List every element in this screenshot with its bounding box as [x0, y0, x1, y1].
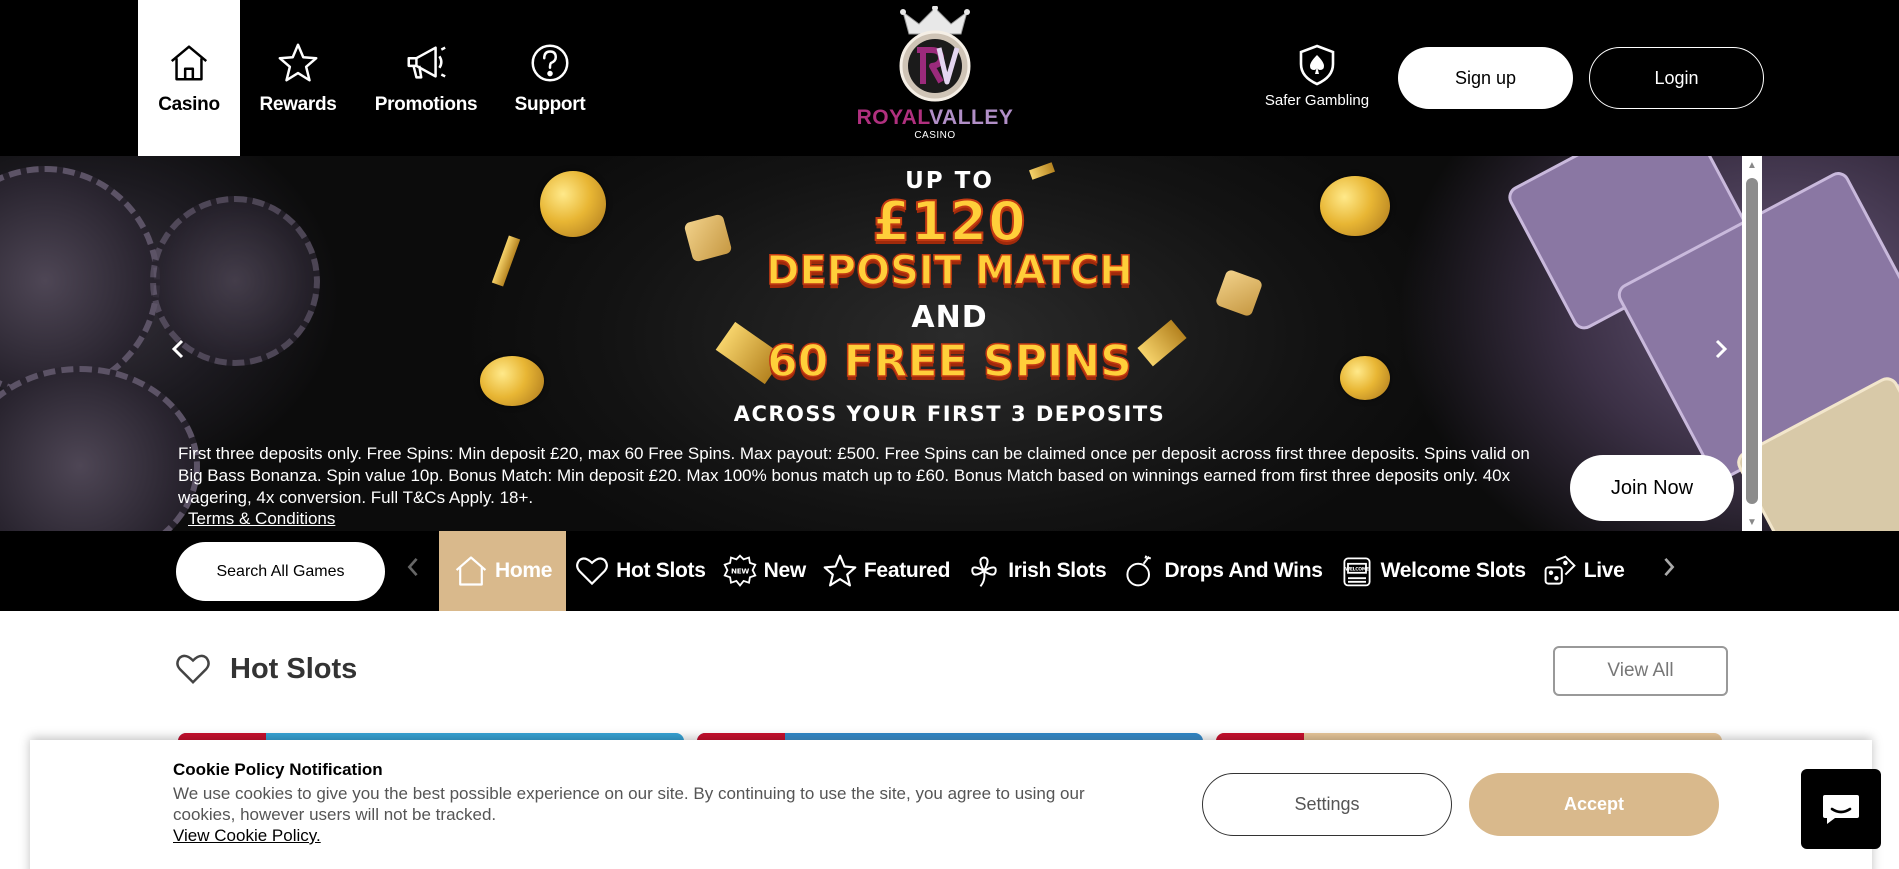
category-irish-slots-label: Irish Slots: [1008, 559, 1107, 582]
nav-promotions[interactable]: Promotions: [370, 0, 482, 156]
join-now-button[interactable]: Join Now: [1570, 455, 1734, 521]
logo-wordmark: ROYALVALLEY: [856, 106, 1014, 129]
chat-icon: [1823, 795, 1859, 824]
cookie-settings-button[interactable]: Settings: [1202, 773, 1452, 836]
chevron-left-icon: [407, 558, 418, 576]
safer-gambling-link[interactable]: Safer Gambling: [1262, 44, 1372, 109]
nav-rewards[interactable]: Rewards: [252, 0, 344, 156]
category-welcome-slots-label: Welcome Slots: [1380, 559, 1526, 582]
carousel-next-button[interactable]: [1706, 332, 1736, 366]
dice-icon: [1544, 555, 1576, 585]
home-icon: [170, 45, 208, 81]
login-button[interactable]: Login: [1589, 47, 1764, 109]
category-irish-slots[interactable]: Irish Slots: [958, 531, 1114, 611]
page: Casino Rewards Promotions Support ROYALV…: [0, 0, 1899, 869]
star-icon: [823, 554, 857, 587]
new-badge-icon: NEW: [723, 554, 757, 587]
category-home-label: Home: [495, 559, 553, 582]
home-icon: [455, 556, 487, 586]
search-all-games-button[interactable]: Search All Games: [176, 542, 385, 601]
bomb-icon: [1126, 555, 1152, 587]
cookie-policy-link[interactable]: View Cookie Policy.: [173, 826, 321, 846]
header: Casino Rewards Promotions Support ROYALV…: [0, 0, 1899, 156]
chevron-right-icon: [1715, 339, 1728, 359]
nav-support-label: Support: [514, 94, 586, 115]
crown-monogram-icon: [899, 6, 971, 102]
chevron-left-icon: [171, 339, 184, 359]
svg-text:WELCOME: WELCOME: [1345, 567, 1369, 573]
promo-and: AND: [911, 300, 988, 335]
chevron-right-icon: [1664, 558, 1675, 576]
nav-casino[interactable]: Casino: [138, 0, 240, 156]
promo-amount: £120: [871, 189, 1027, 254]
promo-terms-text: First three deposits only. Free Spins: M…: [178, 444, 1530, 507]
clover-icon: [971, 556, 997, 587]
promo-across-deposits: ACROSS YOUR FIRST 3 DEPOSITS: [733, 402, 1166, 426]
category-hot-slots-label: Hot Slots: [616, 559, 706, 582]
cookie-title: Cookie Policy Notification: [173, 760, 383, 779]
category-drops-and-wins-label: Drops And Wins: [1164, 559, 1323, 582]
scroll-down-arrow[interactable]: ▼: [1742, 513, 1762, 531]
nav-promotions-label: Promotions: [374, 94, 478, 115]
logo-subtitle: CASINO: [914, 130, 956, 141]
terms-scrollbar[interactable]: ▲ ▼: [1742, 156, 1762, 531]
cookie-message: We use cookies to give you the best poss…: [173, 784, 1085, 824]
terms-conditions-link[interactable]: Terms & Conditions: [188, 509, 335, 529]
promo-free-spins: 60 FREE SPINS: [766, 335, 1132, 388]
poker-chip-decoration: [0, 366, 200, 531]
royal-valley-logo[interactable]: ROYALVALLEY CASINO: [857, 6, 1013, 148]
category-home[interactable]: Home: [439, 531, 567, 611]
heart-icon: [176, 654, 210, 684]
nav-casino-label: Casino: [158, 94, 220, 115]
scroll-up-arrow[interactable]: ▲: [1742, 156, 1762, 174]
view-all-button[interactable]: View All: [1553, 646, 1728, 696]
heart-icon: [576, 557, 609, 586]
category-prev-button[interactable]: [404, 553, 422, 588]
category-live[interactable]: Live: [1534, 531, 1633, 611]
megaphone-icon: [407, 46, 446, 79]
hero-banner: UP TO £120 DEPOSIT MATCH AND 60 FREE SPI…: [0, 156, 1899, 531]
shield-spade-icon: [1299, 44, 1335, 86]
category-live-label: Live: [1583, 559, 1625, 582]
category-featured[interactable]: Featured: [814, 531, 958, 611]
slot-machine-icon: WELCOME: [1343, 557, 1371, 587]
category-list: Home Hot Slots NEW New Featured Irish Sl…: [439, 531, 1655, 611]
category-welcome-slots[interactable]: WELCOME Welcome Slots: [1331, 531, 1534, 611]
cookie-banner: Cookie Policy Notification We use cookie…: [30, 740, 1872, 869]
star-icon: [278, 43, 318, 82]
category-bar: Search All Games Home Hot Slots NEW New …: [0, 531, 1899, 611]
safer-gambling-label: Safer Gambling: [1264, 92, 1370, 109]
nav-support[interactable]: Support: [502, 0, 598, 156]
promo-deposit-match: DEPOSIT MATCH: [765, 247, 1133, 295]
category-next-button[interactable]: [1660, 553, 1678, 588]
svg-text:NEW: NEW: [731, 567, 749, 576]
carousel-prev-button[interactable]: [163, 332, 193, 366]
hot-slots-section-header: Hot Slots: [174, 652, 357, 686]
nav-rewards-label: Rewards: [259, 94, 337, 115]
section-title: Hot Slots: [230, 652, 358, 685]
category-featured-label: Featured: [863, 559, 951, 582]
category-new-label: New: [763, 559, 807, 582]
category-drops-and-wins[interactable]: Drops And Wins: [1114, 531, 1330, 611]
signup-button[interactable]: Sign up: [1398, 47, 1573, 109]
scroll-thumb[interactable]: [1746, 178, 1758, 504]
question-icon: [531, 44, 569, 82]
cookie-accept-button[interactable]: Accept: [1469, 773, 1719, 836]
category-hot-slots[interactable]: Hot Slots: [566, 531, 713, 611]
chat-button[interactable]: [1801, 769, 1881, 849]
category-new[interactable]: NEW New: [714, 531, 814, 611]
